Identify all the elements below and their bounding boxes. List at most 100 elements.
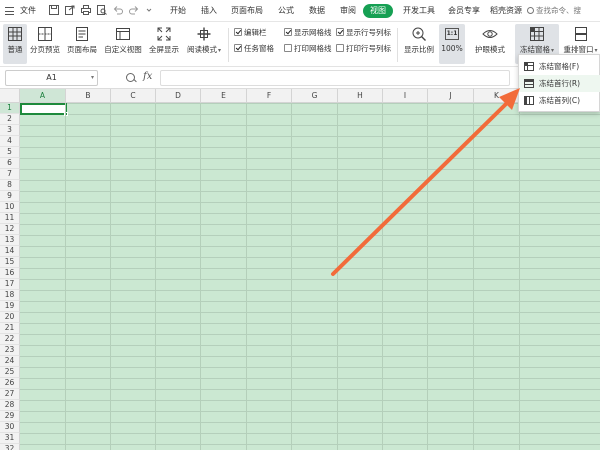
column-header-c[interactable]: C [111,89,156,103]
row-header-14[interactable]: 14 [0,246,20,257]
checkbox-show-gridlines-box[interactable] [284,28,292,36]
row-header-8[interactable]: 8 [0,180,20,191]
name-box[interactable]: A1 ▾ [5,70,98,86]
checkbox-task-pane-label: 任务窗格 [244,44,274,53]
column-header-j[interactable]: J [428,89,474,103]
row-header-27[interactable]: 27 [0,389,20,400]
checkbox-task-pane-box[interactable] [234,44,242,52]
tab-review[interactable]: 审阅 [338,4,358,18]
zoom-ratio-button[interactable]: 显示比例 [402,24,436,64]
row-header-3[interactable]: 3 [0,125,20,136]
column-header-e[interactable]: E [201,89,247,103]
row-header-32[interactable]: 32 [0,444,20,450]
row-header-28[interactable]: 28 [0,400,20,411]
cell-area[interactable] [20,103,600,450]
row-header-15[interactable]: 15 [0,257,20,268]
column-header-i[interactable]: I [383,89,428,103]
select-all-corner[interactable] [0,89,20,103]
page-break-preview-button[interactable]: 分页预览 [30,24,60,64]
row-header-11[interactable]: 11 [0,213,20,224]
row-header-25[interactable]: 25 [0,367,20,378]
reading-mode-button[interactable]: 阅读模式▾ [185,24,223,64]
row-header-20[interactable]: 20 [0,312,20,323]
row-header-6[interactable]: 6 [0,158,20,169]
checkbox-print-headers[interactable]: 打印行号列标 [336,44,391,54]
row-header-13[interactable]: 13 [0,235,20,246]
row-header-18[interactable]: 18 [0,290,20,301]
column-header-g[interactable]: G [292,89,338,103]
checkbox-show-gridlines-label: 显示网格线 [294,28,332,37]
checkbox-print-gridlines[interactable]: 打印网格线 [284,44,332,54]
row-header-4[interactable]: 4 [0,136,20,147]
row-header-22[interactable]: 22 [0,334,20,345]
checkbox-show-headers-box[interactable] [336,28,344,36]
command-search[interactable]: 查找命令、搜 [527,5,581,16]
checkbox-print-gridlines-box[interactable] [284,44,292,52]
row-header-1[interactable]: 1 [0,103,20,114]
row-header-21[interactable]: 21 [0,323,20,334]
chevron-down-icon[interactable]: ▾ [91,71,94,85]
row-header-30[interactable]: 30 [0,422,20,433]
row-header-19[interactable]: 19 [0,301,20,312]
checkbox-task-pane[interactable]: 任务窗格 [234,44,274,54]
column-header-k[interactable]: K [474,89,520,103]
row-header-12[interactable]: 12 [0,224,20,235]
full-screen-button[interactable]: 全屏显示 [148,24,180,64]
tab-formulas[interactable]: 公式 [276,4,296,18]
column-header-h[interactable]: H [338,89,383,103]
fx-icon[interactable]: fx [143,71,152,82]
tab-insert[interactable]: 插入 [199,4,219,18]
custom-view-button[interactable]: 自定义视图 [103,24,143,64]
row-header-24[interactable]: 24 [0,356,20,367]
formula-input[interactable] [160,70,510,86]
row-header-23[interactable]: 23 [0,345,20,356]
tab-member[interactable]: 会员专享 [446,4,482,18]
row-header-26[interactable]: 26 [0,378,20,389]
checkbox-show-gridlines[interactable]: 显示网格线 [284,28,332,38]
menu-item-freeze-top-row[interactable]: 冻结首行(R) [519,75,600,92]
zoom-100-button[interactable]: 1:1 100% [439,24,465,64]
tab-developer[interactable]: 开发工具 [401,4,437,18]
file-menu[interactable]: 文件 [20,5,36,16]
print-preview-icon[interactable] [97,5,107,15]
column-header-a[interactable]: A [20,89,66,103]
column-header-f[interactable]: F [247,89,292,103]
export-icon[interactable] [65,5,75,15]
undo-icon[interactable] [113,5,123,15]
print-icon[interactable] [81,5,91,15]
one-to-one-icon: 1:1 [445,28,459,40]
row-header-29[interactable]: 29 [0,411,20,422]
checkbox-show-headers[interactable]: 显示行号列标 [336,28,391,38]
row-header-9[interactable]: 9 [0,191,20,202]
row-header-16[interactable]: 16 [0,268,20,279]
normal-view-button[interactable]: 普通 [3,24,27,64]
menu-item-freeze-panes[interactable]: 冻结窗格(F) [519,58,600,75]
zoom-search-icon[interactable] [126,73,135,82]
menu-item-freeze-first-column[interactable]: 冻结首列(C) [519,92,600,109]
tab-start[interactable]: 开始 [168,4,188,18]
checkbox-edit-bar[interactable]: 编辑栏 [234,28,267,38]
tab-page-layout[interactable]: 页面布局 [229,4,265,18]
selected-cell-a1[interactable] [20,103,68,116]
column-header-d[interactable]: D [156,89,201,103]
row-header-5[interactable]: 5 [0,147,20,158]
row-header-31[interactable]: 31 [0,433,20,444]
row-header-7[interactable]: 7 [0,169,20,180]
eye-protection-button[interactable]: 护眼模式 [472,24,508,64]
tab-view[interactable]: 视图 [363,4,393,18]
column-header-b[interactable]: B [66,89,111,103]
row-header-10[interactable]: 10 [0,202,20,213]
menu-item-freeze-top-row-label: 冻结首行(R) [539,79,581,88]
tab-docer-resources[interactable]: 稻壳资源 [488,4,524,18]
row-header-17[interactable]: 17 [0,279,20,290]
more-icon[interactable] [144,5,152,15]
checkbox-edit-bar-box[interactable] [234,28,242,36]
tab-data[interactable]: 数据 [307,4,327,18]
redo-icon[interactable] [129,5,139,15]
page-layout-view-button[interactable]: 页面布局 [66,24,98,64]
menu-icon[interactable] [5,7,14,15]
spreadsheet-grid[interactable]: A B C D E F G H I J K 1 2 3 4 5 6 7 8 9 10 11 12 13 14 15 16 17 18 19… [0,89,600,450]
row-header-2[interactable]: 2 [0,114,20,125]
save-icon[interactable] [49,5,59,15]
checkbox-print-headers-box[interactable] [336,44,344,52]
